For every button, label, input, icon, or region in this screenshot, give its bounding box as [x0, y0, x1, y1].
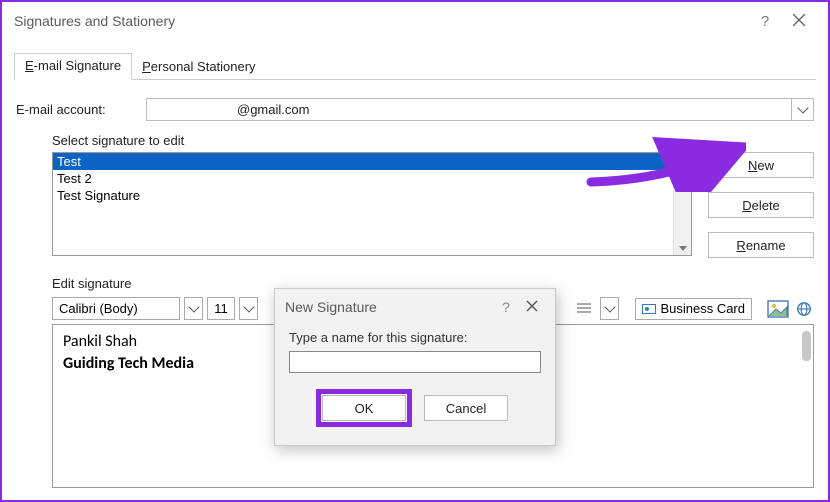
tabstrip: E-mail Signature Personal Stationery	[2, 52, 828, 80]
cancel-button[interactable]: Cancel	[424, 395, 508, 421]
modal-title: New Signature	[285, 299, 493, 315]
signature-listbox[interactable]: Test Test 2 Test Signature	[52, 152, 692, 256]
editor-scrollbar[interactable]	[802, 331, 811, 361]
close-icon	[526, 300, 538, 312]
listbox-scrollbar[interactable]	[673, 153, 691, 255]
chevron-down-icon	[797, 102, 808, 113]
modal-label: Type a name for this signature:	[289, 330, 541, 345]
signature-name-input[interactable]	[289, 351, 541, 373]
insert-link-button[interactable]	[794, 299, 814, 319]
close-button[interactable]	[782, 13, 816, 30]
modal-help-button[interactable]: ?	[493, 299, 519, 315]
list-item[interactable]: Test	[53, 153, 691, 170]
card-icon	[642, 304, 656, 314]
list-item[interactable]: Test Signature	[53, 187, 691, 204]
titlebar: Signatures and Stationery ?	[2, 2, 828, 40]
chevron-down-icon	[243, 301, 254, 312]
tab-email-signature[interactable]: E-mail Signature	[14, 53, 132, 80]
chevron-down-icon	[188, 301, 199, 312]
scroll-up-icon	[679, 157, 687, 162]
tab-personal-stationery[interactable]: Personal Stationery	[132, 55, 265, 80]
window-title: Signatures and Stationery	[14, 13, 748, 29]
email-account-dropdown[interactable]: @gmail.com	[146, 98, 814, 121]
font-size-input[interactable]: 11	[207, 297, 235, 320]
close-icon	[792, 13, 806, 27]
new-signature-dialog: New Signature ? Type a name for this sig…	[274, 288, 556, 446]
insert-picture-button[interactable]	[766, 298, 790, 320]
font-size-dropdown[interactable]	[239, 297, 258, 320]
email-account-label: E-mail account:	[16, 102, 146, 117]
font-select[interactable]: Calibri (Body)	[52, 297, 180, 320]
business-card-button[interactable]: Business Card	[635, 298, 752, 320]
delete-button[interactable]: Delete	[708, 192, 814, 218]
font-name: Calibri (Body)	[59, 301, 138, 316]
modal-close-button[interactable]	[519, 299, 545, 315]
dropdown-arrow[interactable]	[791, 99, 813, 120]
new-button[interactable]: New	[708, 152, 814, 178]
signatures-dialog: Signatures and Stationery ? E-mail Signa…	[0, 0, 830, 502]
ok-button[interactable]: OK	[322, 395, 406, 421]
help-button[interactable]: ?	[748, 13, 782, 30]
rename-button[interactable]: Rename	[708, 232, 814, 258]
scroll-down-icon	[679, 246, 687, 251]
list-item[interactable]: Test 2	[53, 170, 691, 187]
align-dropdown[interactable]	[600, 297, 619, 320]
font-dropdown-button[interactable]	[184, 297, 203, 320]
chevron-down-icon	[604, 301, 615, 312]
select-signature-label: Select signature to edit	[52, 133, 814, 148]
align-justify-icon[interactable]	[572, 298, 596, 320]
email-account-value: @gmail.com	[147, 102, 309, 117]
